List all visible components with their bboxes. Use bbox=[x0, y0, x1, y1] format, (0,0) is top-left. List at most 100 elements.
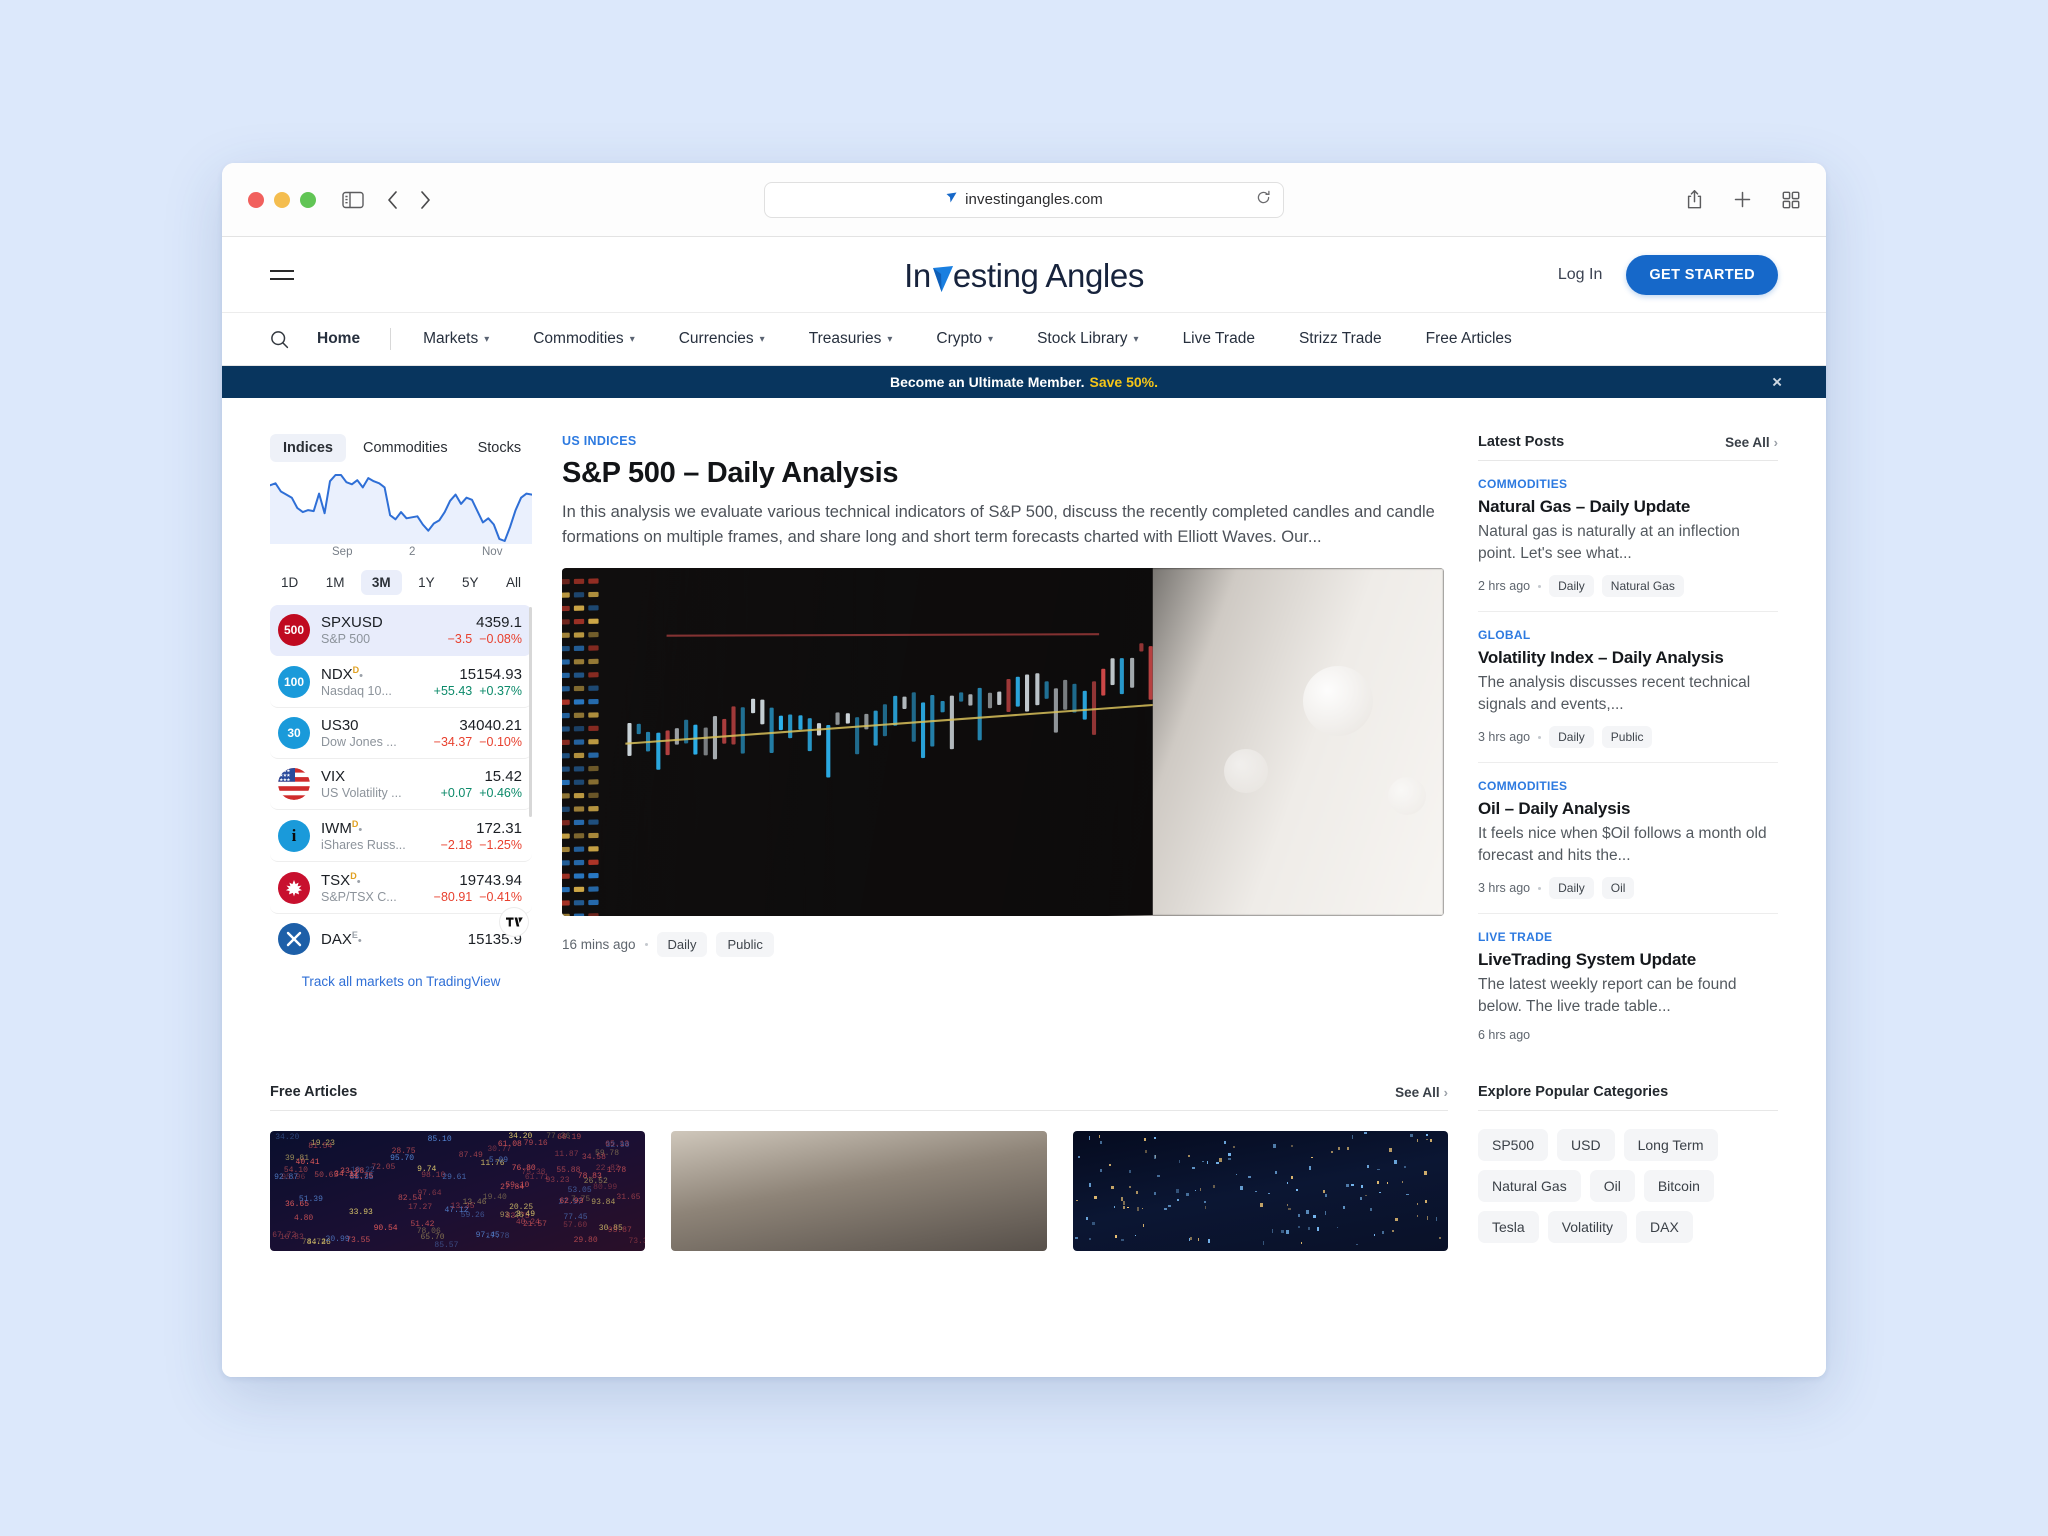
share-icon[interactable] bbox=[1686, 189, 1703, 210]
free-articles-see-all[interactable]: See All › bbox=[1395, 1085, 1448, 1100]
ticker-row-tsx[interactable]: TSXD• 19743.94 S&P/TSX C... −80.91 −0.41% bbox=[270, 862, 532, 914]
post-title[interactable]: Natural Gas – Daily Update bbox=[1478, 497, 1778, 517]
list-item[interactable]: LIVE TRADE LiveTrading System Update The… bbox=[1478, 914, 1778, 1056]
widget-tab-commodities[interactable]: Commodities bbox=[350, 434, 461, 462]
ticker-symbol: NDXD• bbox=[321, 665, 363, 683]
nav-label: Crypto bbox=[936, 330, 983, 347]
category-tag[interactable]: Tesla bbox=[1478, 1211, 1539, 1243]
article-category[interactable]: US INDICES bbox=[562, 434, 1444, 448]
ticker-row-iwm[interactable]: i IWMD• 172.31 iShares Russ... −2.18 −1.2… bbox=[270, 810, 532, 862]
ticker-row-vix[interactable]: ★★★ ★★★ ★★★ VIX 15.42 US Volatility ... … bbox=[270, 759, 532, 810]
category-tag[interactable]: Bitcoin bbox=[1643, 1170, 1714, 1202]
nav-item-free-articles[interactable]: Free Articles bbox=[1404, 330, 1534, 348]
post-category[interactable]: COMMODITIES bbox=[1478, 477, 1778, 491]
minimize-window-button[interactable] bbox=[274, 191, 290, 208]
article-tag-public[interactable]: Public bbox=[716, 932, 774, 958]
category-tag[interactable]: Oil bbox=[1589, 1170, 1635, 1202]
ticker-row-dax[interactable]: DAXE• 15135.9 bbox=[270, 914, 532, 964]
nav-item-home[interactable]: Home bbox=[317, 330, 390, 348]
hero-background-blur bbox=[1108, 568, 1444, 917]
article-card-thumbnail[interactable]: 22.82 33.88 29.80 11.76 54.10 83.75 78.06 78.83… bbox=[270, 1131, 646, 1251]
address-bar[interactable]: investingangles.com bbox=[764, 181, 1284, 218]
ticker-row-spxusd[interactable]: 500 SPXUSD 4359.1 S&P 500 −3.5 −0.08% bbox=[270, 605, 532, 656]
category-tag[interactable]: USD bbox=[1557, 1129, 1615, 1161]
nav-item-treasuries[interactable]: Treasuries ▾ bbox=[787, 330, 915, 348]
post-category[interactable]: COMMODITIES bbox=[1478, 779, 1778, 793]
meta-separator-dot bbox=[644, 943, 648, 947]
nav-item-strizz-trade[interactable]: Strizz Trade bbox=[1277, 330, 1404, 348]
range-5y[interactable]: 5Y bbox=[451, 570, 490, 595]
article-card-thumbnail[interactable] bbox=[1072, 1131, 1448, 1251]
nav-item-commodities[interactable]: Commodities ▾ bbox=[511, 330, 656, 348]
nav-item-currencies[interactable]: Currencies ▾ bbox=[657, 330, 787, 348]
sidebar-toggle-icon[interactable] bbox=[342, 191, 364, 209]
post-tag[interactable]: Daily bbox=[1549, 575, 1594, 597]
axis-tick-sep: Sep bbox=[332, 546, 353, 558]
close-icon[interactable]: × bbox=[1772, 374, 1782, 391]
article-card-thumbnail[interactable] bbox=[671, 1131, 1047, 1251]
latest-posts-see-all[interactable]: See All › bbox=[1725, 435, 1778, 450]
search-icon[interactable] bbox=[270, 330, 289, 349]
nav-item-crypto[interactable]: Crypto ▾ bbox=[914, 330, 1015, 348]
forward-arrow-icon[interactable] bbox=[419, 190, 432, 210]
post-category[interactable]: LIVE TRADE bbox=[1478, 930, 1778, 944]
article-tag-daily[interactable]: Daily bbox=[656, 932, 708, 958]
reload-icon[interactable] bbox=[1256, 190, 1271, 210]
hamburger-menu-icon[interactable] bbox=[270, 269, 294, 280]
list-item[interactable]: COMMODITIES Oil – Daily Analysis It feel… bbox=[1478, 763, 1778, 914]
ticker-scrollbar[interactable] bbox=[529, 607, 532, 817]
post-title[interactable]: LiveTrading System Update bbox=[1478, 950, 1778, 970]
category-tag[interactable]: Volatility bbox=[1547, 1211, 1628, 1243]
post-timestamp: 3 hrs ago bbox=[1478, 881, 1531, 895]
maximize-window-button[interactable] bbox=[300, 191, 316, 208]
category-tag[interactable]: DAX bbox=[1636, 1211, 1693, 1243]
back-arrow-icon[interactable] bbox=[386, 190, 399, 210]
ticker-row-ndx[interactable]: 100 NDXD• 15154.93 Nasdaq 10... +55.43 +0… bbox=[270, 656, 532, 708]
post-tag[interactable]: Daily bbox=[1549, 877, 1594, 899]
ticker-row-us30[interactable]: 30 US30 34040.21 Dow Jones ... −34.37 −0.… bbox=[270, 708, 532, 759]
post-tag[interactable]: Natural Gas bbox=[1601, 575, 1684, 597]
nav-item-live-trade[interactable]: Live Trade bbox=[1161, 330, 1277, 348]
post-tag[interactable]: Daily bbox=[1549, 726, 1594, 748]
ticker-dot: • bbox=[359, 670, 364, 682]
range-all[interactable]: All bbox=[495, 570, 532, 595]
ticker-change-pct: +0.46% bbox=[479, 786, 522, 800]
article-hero-image[interactable] bbox=[562, 568, 1444, 917]
range-selector: 1D 1M 3M 1Y 5Y All bbox=[270, 570, 532, 595]
post-tag[interactable]: Oil bbox=[1601, 877, 1635, 899]
widget-tab-stocks[interactable]: Stocks bbox=[465, 434, 535, 462]
plus-icon[interactable] bbox=[1733, 190, 1752, 209]
site-logo[interactable]: In esting Angles bbox=[904, 241, 1144, 309]
nav-item-markets[interactable]: Markets ▾ bbox=[401, 330, 511, 348]
list-item[interactable]: GLOBAL Volatility Index – Daily Analysis… bbox=[1478, 612, 1778, 763]
range-1m[interactable]: 1M bbox=[315, 570, 356, 595]
promo-banner[interactable]: Become an Ultimate Member. Save 50%. × bbox=[222, 366, 1826, 398]
post-excerpt: The analysis discusses recent technical … bbox=[1478, 674, 1751, 713]
sparkline-svg bbox=[269, 474, 533, 544]
tradingview-logo-icon[interactable] bbox=[500, 908, 528, 936]
post-title[interactable]: Oil – Daily Analysis bbox=[1478, 799, 1778, 819]
list-item[interactable]: COMMODITIES Natural Gas – Daily Update N… bbox=[1478, 461, 1778, 612]
nav-item-stock-library[interactable]: Stock Library ▾ bbox=[1015, 330, 1160, 348]
login-link[interactable]: Log In bbox=[1558, 266, 1602, 284]
market-widget: Indices Commodities Stocks Sep 2 Nov 1D bbox=[269, 434, 535, 1056]
tab-grid-icon[interactable] bbox=[1782, 191, 1800, 209]
range-1d[interactable]: 1D bbox=[270, 570, 309, 595]
close-window-button[interactable] bbox=[248, 191, 264, 208]
range-3m[interactable]: 3M bbox=[360, 570, 402, 595]
widget-tab-indices[interactable]: Indices bbox=[270, 434, 346, 462]
ticker-symbol: TSXD• bbox=[321, 871, 361, 889]
post-title[interactable]: Volatility Index – Daily Analysis bbox=[1478, 648, 1778, 668]
range-1y[interactable]: 1Y bbox=[407, 570, 446, 595]
category-tag[interactable]: Long Term bbox=[1623, 1129, 1718, 1161]
category-tag[interactable]: SP500 bbox=[1478, 1129, 1549, 1161]
article-title[interactable]: S&P 500 – Daily Analysis bbox=[562, 457, 1444, 490]
get-started-button[interactable]: GET STARTED bbox=[1626, 254, 1778, 295]
tradingview-link[interactable]: Track all markets on TradingView bbox=[270, 974, 532, 989]
category-tag[interactable]: Natural Gas bbox=[1478, 1170, 1581, 1202]
post-tag[interactable]: Public bbox=[1601, 726, 1653, 748]
article-timestamp: 16 mins ago bbox=[562, 937, 636, 953]
post-excerpt: The latest weekly report can be found be… bbox=[1478, 976, 1737, 1015]
promo-highlight: Save 50%. bbox=[1089, 374, 1159, 390]
post-category[interactable]: GLOBAL bbox=[1478, 628, 1778, 642]
